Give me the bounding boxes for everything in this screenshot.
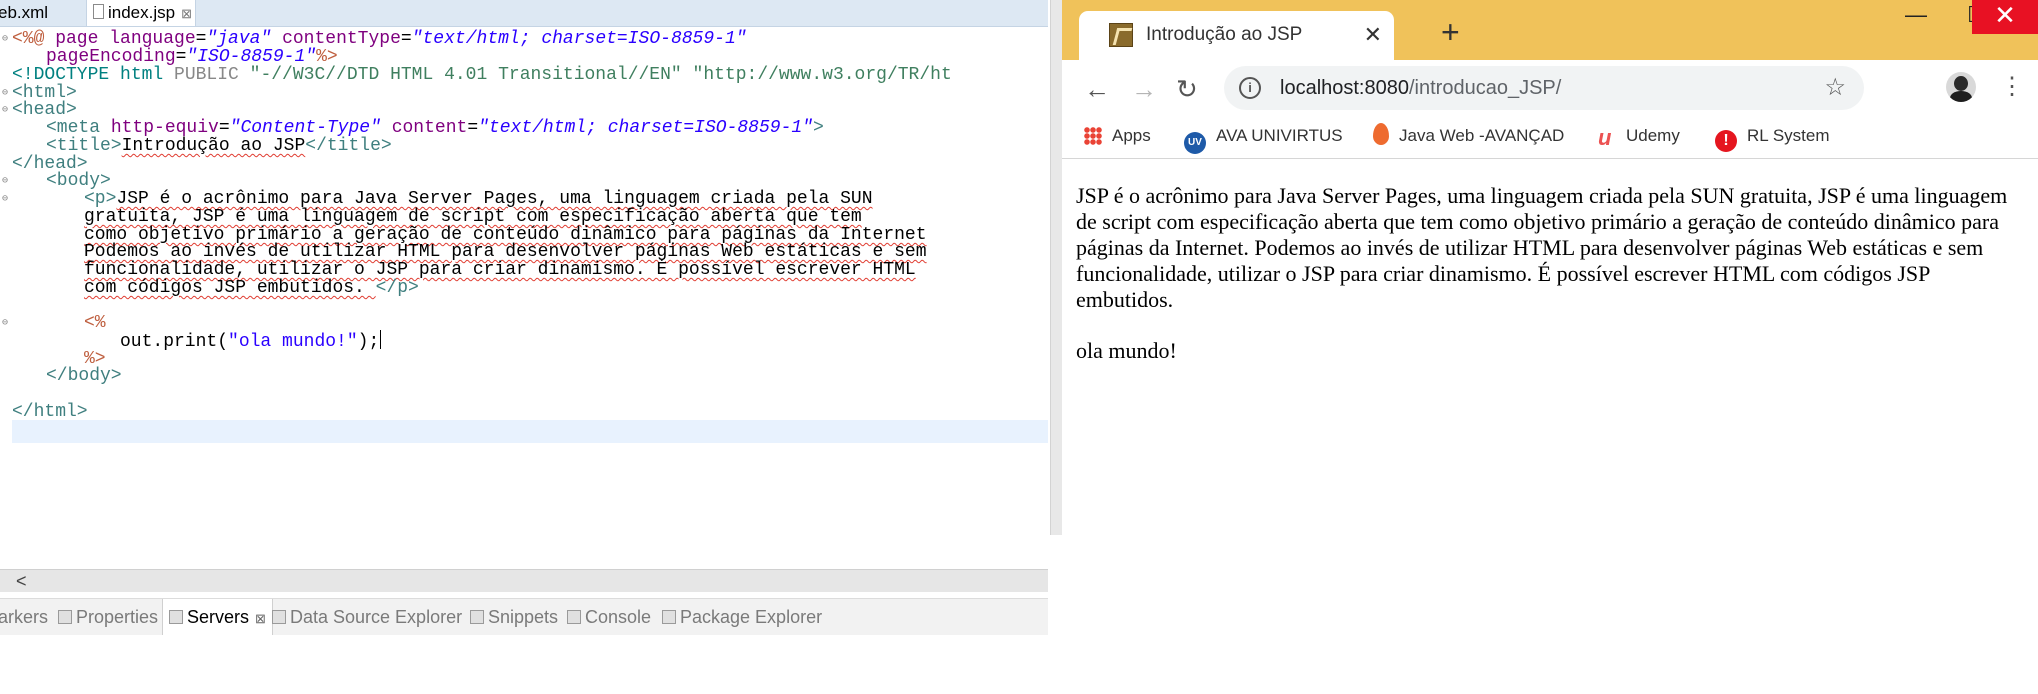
code-line-7: <title>Introdução ao JSP</title> [46, 136, 392, 156]
scroll-left-arrow-icon[interactable]: < [16, 571, 27, 591]
forward-arrow-icon[interactable]: → [1131, 70, 1157, 108]
tab-web-xml[interactable]: eb.xml [0, 0, 48, 26]
code-line-15: com códigos JSP embutidos. </p> [84, 278, 419, 298]
views-tab-bar: arkers Properties Servers ⊠ Data Source E… [0, 598, 1048, 635]
bookmark-rl-system[interactable]: ! RL System [1715, 118, 1830, 154]
servers-icon [169, 610, 183, 624]
code-line-18: out.print("ola mundo!"); [120, 330, 382, 352]
tab-markers[interactable]: arkers [0, 599, 48, 635]
tab-properties[interactable]: Properties [58, 599, 158, 635]
bookmark-udemy[interactable]: u Udemy [1598, 118, 1680, 154]
fold-toggle-icon[interactable]: ⊖ [2, 312, 8, 335]
bookmark-java-web[interactable]: Java Web -AVANÇAD [1373, 118, 1564, 154]
close-tab-icon[interactable]: ⊠ [181, 6, 192, 21]
code-line-17: <% [84, 313, 106, 333]
properties-icon [58, 610, 72, 624]
bookmark-apps[interactable]: Apps [1084, 118, 1151, 154]
url-text[interactable]: localhost:8080/introducao_JSP/ [1280, 66, 1561, 110]
jsp-favicon-icon [1109, 23, 1133, 47]
browser-tab-title: Introdução ao JSP [1146, 24, 1303, 45]
tab-package-explorer[interactable]: Package Explorer [662, 599, 822, 635]
window-close-button[interactable]: ✕ [1972, 0, 2038, 34]
fold-toggle-icon[interactable]: ⊖ [2, 188, 8, 211]
tab-label: index.jsp [108, 3, 176, 22]
tab-data-source-explorer[interactable]: Data Source Explorer [272, 599, 462, 635]
bookmark-ava-univirtus[interactable]: UV AVA UNIVIRTUS [1184, 118, 1343, 154]
bookmark-star-icon[interactable]: ☆ [1824, 66, 1846, 110]
page-viewport: JSP é o acrônimo para Java Server Pages,… [1062, 159, 2038, 535]
profile-avatar[interactable] [1946, 72, 1976, 102]
chrome-browser-window: Introdução ao JSP ✕ + — ☐ ✕ ← → ↻ i loca… [1062, 0, 2038, 535]
udemy-icon: u [1598, 125, 1612, 150]
tab-label: eb.xml [0, 3, 49, 22]
code-editor[interactable]: ⊖ <%@ page language="java" contentType="… [0, 28, 1048, 573]
site-info-icon[interactable]: i [1239, 77, 1261, 99]
bookmarks-bar: Apps UV AVA UNIVIRTUS Java Web -AVANÇAD u… [1062, 118, 2038, 159]
apps-grid-icon [1084, 127, 1102, 145]
close-tab-icon[interactable]: ⊠ [255, 611, 266, 626]
rl-system-icon: ! [1715, 130, 1737, 152]
current-line-highlight [12, 420, 1048, 443]
jsp-file-icon [93, 4, 104, 19]
browser-tab[interactable]: Introdução ao JSP ✕ [1079, 11, 1394, 60]
code-line-20: </body> [46, 366, 122, 386]
minimize-button[interactable]: — [1888, 0, 1944, 34]
back-arrow-icon[interactable]: ← [1084, 70, 1110, 108]
browser-tab-strip: Introdução ao JSP ✕ + — ☐ ✕ [1062, 0, 2038, 60]
fold-toggle-icon[interactable]: ⊖ [2, 28, 8, 51]
ava-univirtus-icon: UV [1184, 132, 1206, 154]
code-line-3: <!DOCTYPE html PUBLIC "-//W3C//DTD HTML … [12, 65, 952, 85]
package-explorer-icon [662, 610, 676, 624]
reload-icon[interactable]: ↻ [1176, 70, 1198, 108]
menu-dots-icon[interactable]: ⋮ [2000, 68, 2024, 106]
code-line-22: </html> [12, 402, 88, 422]
text-caret [380, 330, 382, 349]
new-tab-button[interactable]: + [1441, 14, 1460, 50]
tab-index-jsp[interactable]: index.jsp ⊠ [86, 0, 196, 26]
horizontal-scrollbar[interactable]: < [0, 569, 1048, 592]
tab-snippets[interactable]: Snippets [470, 599, 558, 635]
browser-toolbar: ← → ↻ i localhost:8080/introducao_JSP/ ☆… [1062, 60, 2038, 118]
address-bar[interactable]: i localhost:8080/introducao_JSP/ ☆ [1224, 66, 1864, 110]
page-output-text: ola mundo! [1076, 338, 1177, 363]
editor-tab-bar: eb.xml index.jsp ⊠ [0, 0, 1048, 27]
close-tab-icon[interactable]: ✕ [1364, 11, 1382, 59]
java-web-icon [1373, 123, 1389, 145]
fold-toggle-icon[interactable]: ⊖ [2, 99, 8, 122]
eclipse-editor-window: eb.xml index.jsp ⊠ ⊖ <%@ page language="j… [0, 0, 1048, 694]
tab-servers[interactable]: Servers ⊠ [162, 599, 273, 635]
page-paragraph: JSP é o acrônimo para Java Server Pages,… [1076, 183, 2008, 312]
snippets-icon [470, 610, 484, 624]
tab-console[interactable]: Console [567, 599, 651, 635]
console-icon [567, 610, 581, 624]
data-source-icon [272, 610, 286, 624]
